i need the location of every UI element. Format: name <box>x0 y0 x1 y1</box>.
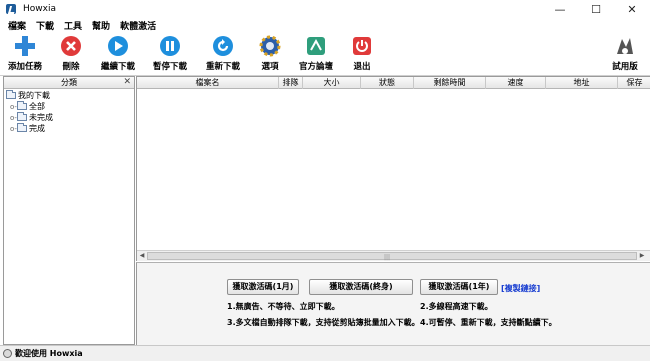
menu-download[interactable]: 下載 <box>31 19 59 32</box>
trial-label: 試用版 <box>612 62 638 72</box>
forum-icon <box>305 35 327 57</box>
resume-button[interactable]: 繼續下載 <box>96 35 140 72</box>
activate-1month-button[interactable]: 獲取激活碼(1月) <box>227 279 299 295</box>
column-header-address[interactable]: 地址 <box>546 77 618 89</box>
tree-item-label: 未完成 <box>29 113 53 122</box>
maximize-button[interactable]: ☐ <box>578 0 614 18</box>
menu-file[interactable]: 檔案 <box>3 19 31 32</box>
column-header-filename[interactable]: 檔案名 <box>137 77 279 89</box>
options-button[interactable]: 選項 <box>248 35 292 72</box>
feature-note: 1.無廣告、不等待、立即下載。 <box>227 302 340 311</box>
forum-label: 官方論壇 <box>298 62 333 72</box>
add-icon <box>14 35 36 57</box>
column-header-status[interactable]: 狀態 <box>361 77 414 89</box>
gear-icon <box>259 35 281 57</box>
tree-item-complete[interactable]: o- 完成 <box>4 123 134 134</box>
folder-icon <box>17 123 27 132</box>
delete-button[interactable]: 刪除 <box>49 35 93 72</box>
toolbar: 添加任務 刪除 繼續下載 暫停下載 重新下載 選項 官方論壇 退出 試用版 <box>0 33 650 76</box>
category-header: 分類 ✕ <box>4 77 134 89</box>
tree-connector-icon: o- <box>10 102 17 111</box>
tree-connector-icon: o- <box>10 113 17 122</box>
forum-button[interactable]: 官方論壇 <box>294 35 338 72</box>
grip-icon: ||| <box>384 254 391 261</box>
exit-button[interactable]: 退出 <box>340 35 384 72</box>
status-text: 歡迎使用 Howxia <box>15 349 83 358</box>
tree-item-incomplete[interactable]: o- 未完成 <box>4 112 134 123</box>
copy-link[interactable]: [複製鏈接] <box>501 283 540 294</box>
refresh-icon <box>212 35 234 57</box>
power-icon <box>351 35 373 57</box>
resume-label: 繼續下載 <box>100 62 135 72</box>
status-icon <box>3 349 12 358</box>
play-icon <box>107 35 129 57</box>
title-bar: Howxia — ☐ ✕ <box>0 0 650 18</box>
column-header-queue[interactable]: 排隊 <box>279 77 303 89</box>
folder-icon <box>17 112 27 121</box>
tree-root[interactable]: 我的下載 <box>4 90 134 101</box>
tree-connector-icon: o- <box>10 124 17 133</box>
download-table: 檔案名 排隊 大小 狀態 剩餘時間 速度 地址 保存 ◀ ||| ▶ <box>136 76 650 261</box>
close-button[interactable]: ✕ <box>614 0 650 18</box>
folder-icon <box>17 101 27 110</box>
tree-item-all[interactable]: o- 全部 <box>4 101 134 112</box>
delete-label: 刪除 <box>62 62 80 72</box>
feature-note: 2.多線程高速下載。 <box>420 302 493 311</box>
trial-button[interactable]: 試用版 <box>603 35 647 72</box>
horizontal-scrollbar[interactable]: ◀ ||| ▶ <box>137 250 650 261</box>
pause-icon <box>159 35 181 57</box>
status-bar: 歡迎使用 Howxia <box>0 345 650 361</box>
window-title: Howxia <box>23 4 56 14</box>
add-task-button[interactable]: 添加任務 <box>3 35 47 72</box>
menu-bar: 檔案 下載 工具 幫助 軟體激活 <box>0 18 650 33</box>
delete-icon <box>60 35 82 57</box>
activation-panel: 獲取激活碼(1月) 獲取激活碼(終身) 獲取激活碼(1年) [複製鏈接] 1.無… <box>136 262 650 345</box>
feature-note: 3.多文檔自動排隊下載，支持從剪貼簿批量加入下載。 <box>227 318 420 327</box>
category-panel: 分類 ✕ 我的下載 o- 全部 o- 未完成 o- 完成 <box>3 76 135 345</box>
options-label: 選項 <box>261 62 279 72</box>
app-icon <box>6 4 16 14</box>
scroll-left-icon[interactable]: ◀ <box>137 251 147 261</box>
menu-activate[interactable]: 軟體激活 <box>115 19 161 32</box>
category-title: 分類 <box>61 78 77 87</box>
folder-icon <box>6 90 16 99</box>
activate-lifetime-button[interactable]: 獲取激活碼(終身) <box>309 279 413 295</box>
category-tree: 我的下載 o- 全部 o- 未完成 o- 完成 <box>4 89 134 134</box>
tree-root-label: 我的下載 <box>18 91 50 100</box>
exit-label: 退出 <box>353 62 371 72</box>
trial-icon <box>614 35 636 57</box>
menu-help[interactable]: 幫助 <box>87 19 115 32</box>
tree-item-label: 完成 <box>29 124 45 133</box>
scrollbar-thumb[interactable]: ||| <box>147 252 637 261</box>
column-header-size[interactable]: 大小 <box>303 77 361 89</box>
table-header: 檔案名 排隊 大小 狀態 剩餘時間 速度 地址 保存 <box>137 77 650 89</box>
feature-note: 4.可暫停、重新下載，支持斷點續下。 <box>420 318 557 327</box>
pause-label: 暫停下載 <box>152 62 187 72</box>
close-icon[interactable]: ✕ <box>123 77 131 88</box>
window-controls: — ☐ ✕ <box>542 0 650 18</box>
redownload-label: 重新下載 <box>205 62 240 72</box>
column-header-remaining-time[interactable]: 剩餘時間 <box>414 77 486 89</box>
activate-1year-button[interactable]: 獲取激活碼(1年) <box>420 279 498 295</box>
minimize-button[interactable]: — <box>542 0 578 18</box>
tree-item-label: 全部 <box>29 102 45 111</box>
column-header-speed[interactable]: 速度 <box>486 77 546 89</box>
add-task-label: 添加任務 <box>7 62 42 72</box>
pause-button[interactable]: 暫停下載 <box>148 35 192 72</box>
column-header-save[interactable]: 保存 <box>618 77 650 89</box>
menu-tools[interactable]: 工具 <box>59 19 87 32</box>
redownload-button[interactable]: 重新下載 <box>201 35 245 72</box>
scroll-right-icon[interactable]: ▶ <box>637 251 647 261</box>
